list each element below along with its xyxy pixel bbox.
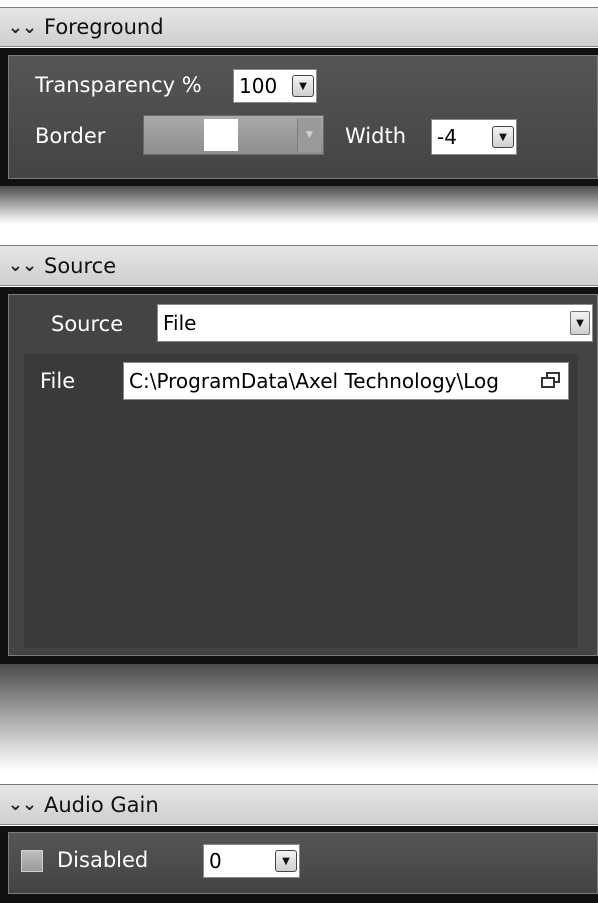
border-dropdown-button[interactable]: ▼ <box>297 118 321 152</box>
source-panel <box>0 287 598 664</box>
source-section-title: Source <box>44 253 117 278</box>
audio-gain-value: 0 <box>209 849 222 873</box>
dropdown-arrow-icon[interactable]: ▼ <box>570 311 590 335</box>
foreground-section-title: Foreground <box>44 15 164 39</box>
file-path-field[interactable]: C:\ProgramData\Axel Technology\Log <box>123 362 569 400</box>
file-label: File <box>40 369 76 393</box>
foreground-section-header[interactable]: ⌄⌄ Foreground <box>0 7 598 47</box>
transparency-value: 100 <box>239 74 278 98</box>
source-panel-reflection <box>0 664 598 772</box>
dropdown-arrow-icon[interactable]: ▼ <box>275 850 297 872</box>
disabled-label: Disabled <box>57 848 149 872</box>
dropdown-arrow-icon[interactable]: ▼ <box>292 75 314 97</box>
file-path-value: C:\ProgramData\Axel Technology\Log <box>129 369 499 393</box>
audio-gain-section-title: Audio Gain <box>44 792 159 817</box>
border-color-swatch <box>204 119 238 151</box>
width-label: Width <box>345 124 407 148</box>
double-chevron-down-icon[interactable]: ⌄⌄ <box>0 255 44 276</box>
double-chevron-down-icon[interactable]: ⌄⌄ <box>0 17 44 38</box>
foreground-panel-reflection <box>0 186 598 224</box>
audio-gain-section-header[interactable]: ⌄⌄ Audio Gain <box>0 784 598 825</box>
source-dropdown[interactable]: File ▼ <box>157 304 593 342</box>
audio-gain-dropdown[interactable]: 0 ▼ <box>203 844 300 878</box>
border-label: Border <box>35 124 106 148</box>
browse-icon[interactable] <box>540 372 562 390</box>
transparency-dropdown[interactable]: 100 ▼ <box>233 69 317 103</box>
double-chevron-down-icon[interactable]: ⌄⌄ <box>0 794 44 815</box>
source-section-header[interactable]: ⌄⌄ Source <box>0 245 598 286</box>
dropdown-arrow-icon: ▼ <box>306 130 313 140</box>
dropdown-arrow-icon[interactable]: ▼ <box>492 126 514 148</box>
width-dropdown[interactable]: -4 ▼ <box>431 119 517 155</box>
disabled-checkbox[interactable] <box>21 850 43 872</box>
transparency-label: Transparency % <box>35 73 202 97</box>
border-color-picker[interactable]: ▼ <box>143 115 324 155</box>
source-label: Source <box>51 312 124 336</box>
source-value: File <box>163 311 197 335</box>
width-value: -4 <box>437 125 457 149</box>
